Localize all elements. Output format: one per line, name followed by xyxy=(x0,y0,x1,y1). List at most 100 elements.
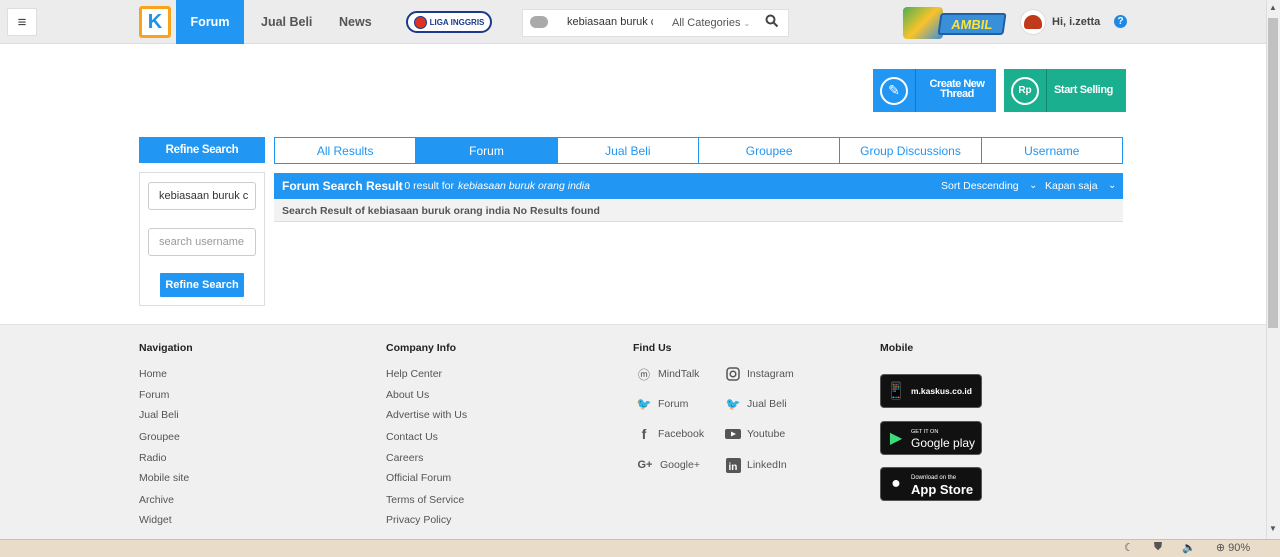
rupiah-icon: Rp xyxy=(1004,69,1047,112)
footer-findus-title: Find Us xyxy=(633,342,672,354)
social-forum[interactable]: 🐦 Forum xyxy=(636,396,689,412)
footer-link-home[interactable]: Home xyxy=(139,368,167,380)
chevron-down-icon[interactable]: ⌄ xyxy=(1108,180,1116,191)
chat-bubble-icon xyxy=(530,16,548,28)
youtube-icon xyxy=(725,426,741,442)
kaskus-logo[interactable]: K xyxy=(139,6,171,38)
scroll-down-icon[interactable]: ▼ xyxy=(1269,524,1277,533)
social-youtube[interactable]: Youtube xyxy=(725,426,785,442)
mindtalk-icon: ⓜ xyxy=(637,367,650,382)
footer-link-privacy[interactable]: Privacy Policy xyxy=(386,514,451,526)
footer-link-widget[interactable]: Widget xyxy=(139,514,172,526)
social-facebook[interactable]: f Facebook xyxy=(636,426,704,442)
promo-image xyxy=(903,7,943,39)
tab-jual-beli[interactable]: Jual Beli xyxy=(557,138,699,163)
result-query: kebiasaan buruk orang india xyxy=(458,180,590,192)
tab-group-discussions[interactable]: Group Discussions xyxy=(840,138,982,163)
promo-banner[interactable]: AMBIL xyxy=(903,7,1007,39)
refine-search-button[interactable]: Refine Search xyxy=(160,273,244,297)
liga-label: LIGA INGGRIS xyxy=(429,17,485,27)
tab-all-results[interactable]: All Results xyxy=(275,138,417,163)
result-tabs: All Results Forum Jual Beli Groupee Grou… xyxy=(274,137,1123,164)
app-store-badge[interactable]: ● Download on the App Store xyxy=(880,467,982,501)
facebook-icon: f xyxy=(641,426,647,442)
google-plus-icon: G+ xyxy=(637,459,653,471)
time-filter-dropdown[interactable]: Kapan saja xyxy=(1045,180,1098,192)
footer-link-radio[interactable]: Radio xyxy=(139,452,166,464)
avatar[interactable] xyxy=(1020,9,1046,35)
social-jual-beli[interactable]: 🐦 Jual Beli xyxy=(725,396,787,412)
footer-company-title: Company Info xyxy=(386,342,456,354)
google-play-badge[interactable]: ▶ GET IT ON Google play xyxy=(880,421,982,455)
social-instagram[interactable]: Instagram xyxy=(725,366,794,382)
sort-dropdown[interactable]: Sort Descending xyxy=(941,180,1019,192)
twitter-icon: 🐦 xyxy=(636,397,652,411)
phone-icon: 📱 xyxy=(886,383,906,400)
footer-link-jual-beli[interactable]: Jual Beli xyxy=(139,409,179,421)
footer-link-mobile-site[interactable]: Mobile site xyxy=(139,472,189,484)
footer-link-contact-us[interactable]: Contact Us xyxy=(386,431,438,443)
hamburger-menu-icon[interactable]: ≡ xyxy=(7,8,37,36)
svg-text:in: in xyxy=(728,462,737,473)
result-count: - 0 result for xyxy=(398,180,455,192)
scrollbar-thumb[interactable] xyxy=(1268,18,1278,328)
refine-search-header: Refine Search xyxy=(139,137,265,163)
footer xyxy=(0,324,1266,539)
ball-icon xyxy=(413,15,427,29)
create-thread-button[interactable]: ✎ Create New Thread xyxy=(873,69,996,112)
linkedin-icon: in xyxy=(725,457,741,473)
twitter-icon: 🐦 xyxy=(725,397,741,411)
tab-username[interactable]: Username xyxy=(981,138,1122,163)
speaker-icon[interactable]: 🔈 xyxy=(1182,541,1196,554)
mobile-site-badge[interactable]: 📱 m.kaskus.co.id xyxy=(880,374,982,408)
footer-link-advertise[interactable]: Advertise with Us xyxy=(386,409,467,421)
tab-groupee[interactable]: Groupee xyxy=(698,138,841,163)
shield-icon[interactable]: ⛊ xyxy=(1154,541,1162,554)
zoom-level: 90% xyxy=(1228,542,1251,554)
nav-news[interactable]: News xyxy=(339,0,372,44)
category-select[interactable]: All Categories ⌄ xyxy=(672,17,750,29)
google-play-icon: ▶ xyxy=(889,430,903,447)
no-results-message: Search Result of kebiasaan buruk orang i… xyxy=(282,205,600,217)
promo-label: AMBIL xyxy=(937,13,1007,35)
browser-status-bar xyxy=(0,539,1280,557)
zoom-control[interactable]: ⊕ 90% xyxy=(1216,541,1250,554)
pencil-icon: ✎ xyxy=(873,69,916,112)
search-input[interactable]: kebiasaan buruk c xyxy=(567,16,653,28)
start-selling-label: Start Selling xyxy=(1054,84,1113,96)
footer-link-about-us[interactable]: About Us xyxy=(386,389,429,401)
start-selling-button[interactable]: Rp Start Selling xyxy=(1004,69,1126,112)
footer-link-groupee[interactable]: Groupee xyxy=(139,431,180,443)
nav-jual-beli[interactable]: Jual Beli xyxy=(261,0,312,44)
scroll-up-icon[interactable]: ▲ xyxy=(1269,3,1277,12)
chevron-down-icon[interactable]: ⌄ xyxy=(1029,180,1037,191)
footer-link-help-center[interactable]: Help Center xyxy=(386,368,442,380)
apple-icon: ● xyxy=(891,475,901,492)
search-icon[interactable] xyxy=(765,14,779,31)
footer-link-careers[interactable]: Careers xyxy=(386,452,423,464)
keyword-input[interactable]: kebiasaan buruk c xyxy=(148,182,256,210)
social-google-plus[interactable]: G+ Google+ xyxy=(636,457,701,473)
moon-icon[interactable]: ☾ xyxy=(1124,541,1134,554)
footer-link-terms[interactable]: Terms of Service xyxy=(386,494,464,506)
footer-link-forum[interactable]: Forum xyxy=(139,389,169,401)
username-input[interactable]: search username xyxy=(148,228,256,256)
zoom-icon: ⊕ xyxy=(1215,542,1226,554)
status-icons: ☾ ⛊ 🔈 ⊕ 90% xyxy=(1124,541,1250,554)
tab-forum[interactable]: Forum xyxy=(416,138,558,163)
instagram-icon xyxy=(725,366,741,382)
social-mindtalk[interactable]: ⓜ MindTalk xyxy=(636,366,699,382)
chevron-down-icon: ⌄ xyxy=(743,19,751,28)
footer-nav-title: Navigation xyxy=(139,342,193,354)
footer-link-archive[interactable]: Archive xyxy=(139,494,174,506)
footer-mobile-title: Mobile xyxy=(880,342,914,354)
liga-inggris-badge[interactable]: LIGA INGGRIS xyxy=(406,11,492,33)
social-linkedin[interactable]: in LinkedIn xyxy=(725,457,787,473)
footer-link-official-forum[interactable]: Official Forum xyxy=(386,472,451,484)
create-thread-label: Create New Thread xyxy=(929,78,985,100)
category-value: All Categories xyxy=(672,17,741,29)
nav-forum[interactable]: Forum xyxy=(176,0,244,44)
result-title: Forum Search Result xyxy=(282,179,403,193)
user-greeting[interactable]: Hi, i.zetta xyxy=(1052,16,1100,28)
help-icon[interactable]: ? xyxy=(1114,15,1127,28)
